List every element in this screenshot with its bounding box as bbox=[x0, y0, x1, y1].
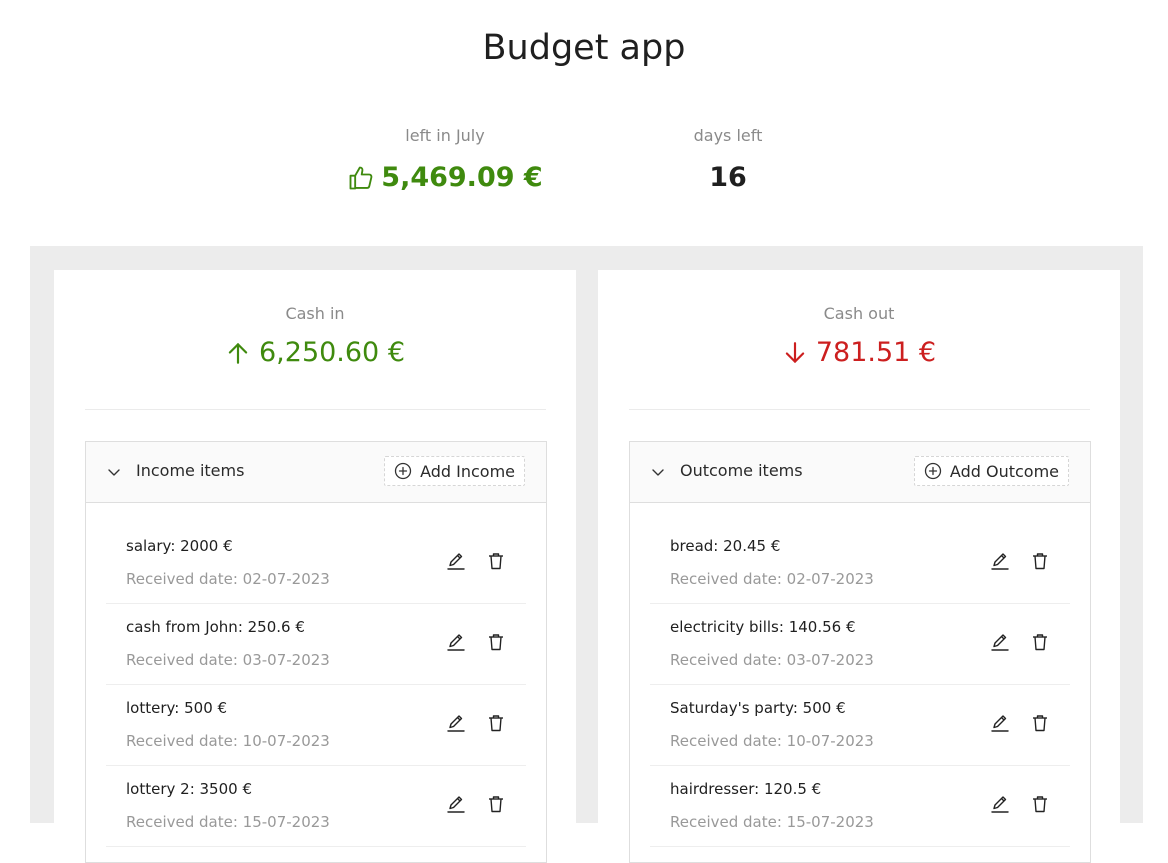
outcome-list: bread: 20.45 € Received date: 02-07-2023… bbox=[650, 523, 1070, 847]
item-title: lottery 2: 3500 € bbox=[126, 780, 252, 798]
pencil-icon[interactable] bbox=[446, 794, 466, 814]
list-item: salary: 2000 € Received date: 02-07-2023 bbox=[106, 523, 526, 604]
trash-icon[interactable] bbox=[486, 551, 506, 571]
list-item: lottery: 500 € Received date: 10-07-2023 bbox=[106, 685, 526, 766]
summary: left in July 5,469.09 € days left 16 bbox=[0, 120, 1168, 210]
cash-out-label: Cash out bbox=[823, 304, 895, 323]
outcome-items-header[interactable]: Outcome items Add Outcome bbox=[630, 442, 1090, 503]
item-date: Received date: 02-07-2023 bbox=[670, 570, 874, 588]
pencil-icon[interactable] bbox=[990, 632, 1010, 652]
pencil-icon[interactable] bbox=[990, 794, 1010, 814]
list-item: cash from John: 250.6 € Received date: 0… bbox=[106, 604, 526, 685]
pencil-icon[interactable] bbox=[990, 551, 1010, 571]
plus-circle-icon bbox=[924, 462, 942, 480]
list-item: bread: 20.45 € Received date: 02-07-2023 bbox=[650, 523, 1070, 604]
outcome-items-title: Outcome items bbox=[680, 461, 803, 480]
item-title: bread: 20.45 € bbox=[670, 537, 781, 555]
days-left-label: days left bbox=[693, 126, 763, 145]
left-in-month-label: left in July bbox=[405, 126, 485, 145]
income-items-title: Income items bbox=[136, 461, 245, 480]
pencil-icon[interactable] bbox=[446, 632, 466, 652]
cash-out-amount: 781.51 € bbox=[815, 337, 937, 368]
item-title: lottery: 500 € bbox=[126, 699, 228, 717]
days-left-value: 16 bbox=[709, 162, 747, 193]
income-items-header[interactable]: Income items Add Income bbox=[86, 442, 546, 503]
plus-circle-icon bbox=[394, 462, 412, 480]
item-date: Received date: 15-07-2023 bbox=[670, 813, 874, 831]
list-item: hairdresser: 120.5 € Received date: 15-0… bbox=[650, 766, 1070, 847]
item-date: Received date: 10-07-2023 bbox=[126, 732, 330, 750]
add-outcome-button[interactable]: Add Outcome bbox=[913, 456, 1069, 486]
list-item: Saturday's party: 500 € Received date: 1… bbox=[650, 685, 1070, 766]
trash-icon[interactable] bbox=[486, 713, 506, 733]
item-title: electricity bills: 140.56 € bbox=[670, 618, 856, 636]
days-left-stat: days left 16 bbox=[628, 120, 828, 193]
thumbs-up-icon bbox=[347, 164, 375, 192]
cash-out-panel: Cash out 781.51 € Outcome items Add Outc… bbox=[598, 270, 1120, 863]
list-item: lottery 2: 3500 € Received date: 15-07-2… bbox=[106, 766, 526, 847]
item-title: Saturday's party: 500 € bbox=[670, 699, 846, 717]
trash-icon[interactable] bbox=[1030, 632, 1050, 652]
trash-icon[interactable] bbox=[1030, 551, 1050, 571]
arrow-down-icon bbox=[782, 340, 808, 366]
trash-icon[interactable] bbox=[486, 794, 506, 814]
item-date: Received date: 10-07-2023 bbox=[670, 732, 874, 750]
cash-in-label: Cash in bbox=[285, 304, 345, 323]
item-date: Received date: 03-07-2023 bbox=[670, 651, 874, 669]
divider bbox=[85, 409, 546, 410]
cash-in-amount: 6,250.60 € bbox=[259, 337, 405, 368]
arrow-up-icon bbox=[225, 340, 251, 366]
item-date: Received date: 02-07-2023 bbox=[126, 570, 330, 588]
income-list: salary: 2000 € Received date: 02-07-2023… bbox=[106, 523, 526, 847]
item-title: hairdresser: 120.5 € bbox=[670, 780, 822, 798]
trash-icon[interactable] bbox=[486, 632, 506, 652]
chevron-down-icon[interactable] bbox=[106, 464, 122, 480]
cash-in-panel: Cash in 6,250.60 € Income items Add Inco… bbox=[54, 270, 576, 863]
outcome-items-collapse: Outcome items Add Outcome bread: 20.45 €… bbox=[629, 441, 1091, 863]
pencil-icon[interactable] bbox=[446, 551, 466, 571]
income-items-collapse: Income items Add Income salary: 2000 € R… bbox=[85, 441, 547, 863]
item-title: salary: 2000 € bbox=[126, 537, 233, 555]
add-income-label: Add Income bbox=[420, 461, 515, 481]
add-income-button[interactable]: Add Income bbox=[384, 456, 525, 486]
list-item: electricity bills: 140.56 € Received dat… bbox=[650, 604, 1070, 685]
divider bbox=[629, 409, 1090, 410]
chevron-down-icon[interactable] bbox=[650, 464, 666, 480]
add-outcome-label: Add Outcome bbox=[949, 461, 1059, 481]
pencil-icon[interactable] bbox=[446, 713, 466, 733]
budget-board: Cash in 6,250.60 € Income items Add Inco… bbox=[30, 246, 1143, 863]
item-date: Received date: 03-07-2023 bbox=[126, 651, 330, 669]
item-date: Received date: 15-07-2023 bbox=[126, 813, 330, 831]
pencil-icon[interactable] bbox=[990, 713, 1010, 733]
left-in-month-stat: left in July 5,469.09 € bbox=[345, 120, 545, 193]
page-title: Budget app bbox=[482, 28, 686, 68]
trash-icon[interactable] bbox=[1030, 713, 1050, 733]
item-title: cash from John: 250.6 € bbox=[126, 618, 305, 636]
left-in-month-value: 5,469.09 € bbox=[381, 162, 543, 193]
trash-icon[interactable] bbox=[1030, 794, 1050, 814]
